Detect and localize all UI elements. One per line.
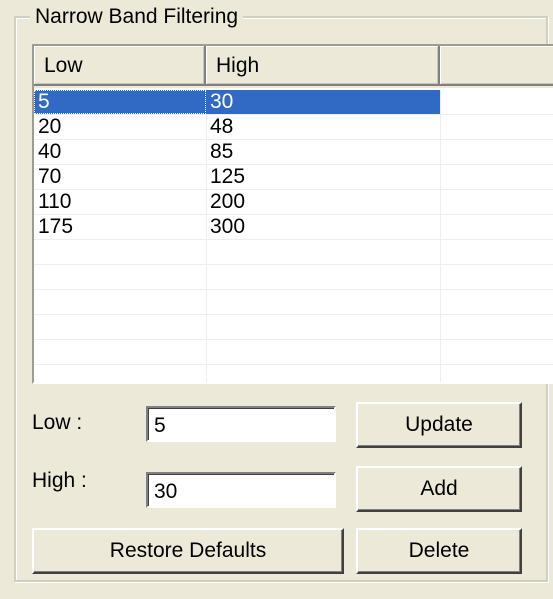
column-header-low[interactable]: Low [34,46,206,86]
list-row[interactable]: 110 200 [34,190,553,215]
empty-row [34,340,553,365]
group-title: Narrow Band Filtering [30,4,244,30]
list-row[interactable]: 40 85 [34,140,553,165]
column-header-high[interactable]: High [206,46,440,86]
list-row[interactable]: 175 300 [34,215,553,240]
low-input[interactable] [146,406,336,442]
cell-high: 30 [206,90,440,114]
band-list[interactable]: Low High 5 30 20 48 40 85 70 125 110 200… [32,44,553,384]
empty-row [34,290,553,315]
cell-high: 125 [210,165,246,188]
high-label: High : [32,469,87,492]
cell-low: 20 [38,115,62,138]
empty-row [34,240,553,265]
empty-row [34,265,553,290]
cell-high: 85 [210,140,234,163]
cell-low: 5 [34,90,206,114]
cell-low: 40 [38,140,62,163]
cell-high: 300 [210,215,246,238]
high-input[interactable] [146,472,336,508]
restore-defaults-button[interactable]: Restore Defaults [32,528,344,574]
list-header: Low High [34,46,553,88]
cell-low: 70 [38,165,62,188]
cell-low: 175 [38,215,74,238]
cell-low: 110 [38,190,72,213]
list-rows: 5 30 20 48 40 85 70 125 110 200 175 300 [34,90,553,365]
list-row[interactable]: 20 48 [34,115,553,140]
cell-high: 200 [210,190,246,213]
low-label: Low : [32,411,83,434]
list-row[interactable]: 5 30 [34,90,553,115]
column-header-empty[interactable] [440,46,553,86]
add-button[interactable]: Add [356,466,522,512]
empty-row [34,315,553,340]
update-button[interactable]: Update [356,402,522,448]
delete-button[interactable]: Delete [356,528,522,574]
cell-high: 48 [210,115,234,138]
list-row[interactable]: 70 125 [34,165,553,190]
